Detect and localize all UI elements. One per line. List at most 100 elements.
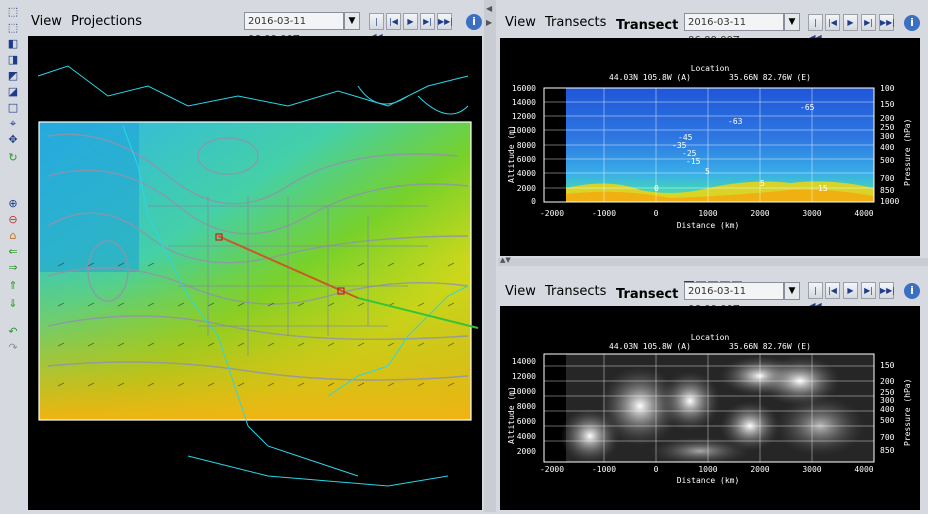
svg-text:-63: -63: [728, 117, 743, 126]
play-icon[interactable]: ▶: [843, 14, 858, 31]
step-back-icon[interactable]: |◀: [386, 13, 401, 30]
first-icon[interactable]: |◀◀: [808, 14, 823, 42]
distance-tick: -2000: [540, 209, 564, 218]
transect-title: Transect 1: [616, 287, 692, 302]
last-icon[interactable]: ▶▶|: [879, 282, 895, 299]
pan-down-icon[interactable]: ⇓: [4, 296, 22, 312]
horizontal-split-divider[interactable]: ▲▼: [498, 256, 928, 266]
time-steps[interactable]: [244, 3, 304, 18]
location-label: Location: [691, 64, 730, 73]
first-icon[interactable]: |◀◀: [369, 13, 384, 41]
menu-view[interactable]: View: [505, 15, 536, 30]
play-icon[interactable]: ▶: [843, 282, 858, 299]
zoom-out-icon[interactable]: ⊖: [4, 212, 22, 228]
pan-left-icon[interactable]: ⇐: [4, 244, 22, 260]
pressure-tick: 850: [880, 446, 895, 455]
pressure-tick: 150: [880, 100, 895, 109]
distance-tick: 2000: [750, 465, 769, 474]
alt-tick: 2000: [517, 447, 536, 456]
view-bottom-icon[interactable]: ⬚: [4, 20, 22, 36]
distance-tick: -1000: [592, 465, 616, 474]
alt-tick: 4000: [517, 169, 536, 178]
menu-projections[interactable]: Projections: [71, 14, 142, 29]
perspective-icon[interactable]: ⌖: [4, 116, 22, 132]
x-axis-label: Distance (km): [677, 476, 740, 485]
info-icon[interactable]: i: [904, 283, 920, 299]
pressure-tick: 300: [880, 396, 895, 405]
time-select[interactable]: 2016-03-11 06:00:00Z: [684, 282, 784, 315]
pressure-tick: 700: [880, 433, 895, 442]
rotate-icon[interactable]: ✥: [4, 132, 22, 148]
menu-transects[interactable]: Transects: [545, 15, 606, 30]
y2-axis-label: Pressure (hPa): [903, 379, 912, 446]
pressure-tick: 500: [880, 156, 895, 165]
alt-tick: 8000: [517, 141, 536, 150]
collapse-right-icon[interactable]: ▶: [486, 18, 492, 27]
point-b-label: 35.66N 82.76W (E): [729, 342, 811, 351]
pressure-tick: 1000: [880, 197, 899, 206]
pressure-tick: 400: [880, 405, 895, 414]
time-select[interactable]: 2016-03-11 06:00:00Z: [244, 12, 344, 45]
step-back-icon[interactable]: |◀: [825, 282, 840, 299]
collapse-left-icon[interactable]: ◀: [486, 4, 492, 13]
pressure-tick: 300: [880, 132, 895, 141]
first-icon[interactable]: |◀◀: [808, 282, 823, 310]
view-south-icon[interactable]: ◩: [4, 68, 22, 84]
chevron-down-icon[interactable]: ▼: [784, 282, 800, 300]
view-top-icon[interactable]: ⬚: [4, 4, 22, 20]
view-north-icon[interactable]: ◧: [4, 36, 22, 52]
split-pane-divider[interactable]: ◀ ▶: [484, 0, 496, 512]
pressure-tick: 500: [880, 416, 895, 425]
distance-tick: 4000: [854, 465, 873, 474]
step-forward-icon[interactable]: ▶|: [861, 282, 876, 299]
play-icon[interactable]: ▶: [403, 13, 418, 30]
time-steps[interactable]: [684, 272, 744, 287]
reset-icon[interactable]: ↻: [4, 150, 22, 166]
menu-view[interactable]: View: [31, 14, 62, 29]
distance-tick: -1000: [592, 209, 616, 218]
info-icon[interactable]: i: [904, 15, 920, 31]
view-box-icon[interactable]: □: [4, 100, 22, 116]
info-icon[interactable]: i: [466, 14, 482, 30]
home-icon[interactable]: ⌂: [4, 228, 22, 244]
pressure-tick: 400: [880, 143, 895, 152]
time-steps[interactable]: [684, 4, 744, 19]
step-forward-icon[interactable]: ▶|: [861, 14, 876, 31]
distance-tick: 4000: [854, 209, 873, 218]
transect-title: Transect 1: [616, 18, 692, 33]
svg-text:5: 5: [760, 179, 765, 188]
location-label: Location: [691, 333, 730, 342]
left-toolbar: ⬚ ⬚ ◧ ◨ ◩ ◪ □ ⌖ ✥ ↻ ⊕ ⊖ ⌂ ⇐ ⇒ ⇑ ⇓ ↶ ↷: [0, 0, 28, 512]
chevron-down-icon[interactable]: ▼: [344, 12, 360, 30]
pressure-tick: 250: [880, 123, 895, 132]
view-east-icon[interactable]: ◨: [4, 52, 22, 68]
distance-tick: -2000: [540, 465, 564, 474]
y-axis-label: Altitude (m): [507, 386, 516, 444]
transect-plot-top: Location 44.03N 105.8W (A) 35.66N 82.76W…: [507, 64, 912, 230]
view-west-icon[interactable]: ◪: [4, 84, 22, 100]
menu-transects[interactable]: Transects: [545, 284, 606, 299]
step-back-icon[interactable]: |◀: [825, 14, 840, 31]
pan-up-icon[interactable]: ⇑: [4, 278, 22, 294]
svg-text:-15: -15: [686, 157, 701, 166]
last-icon[interactable]: ▶▶|: [879, 14, 895, 31]
time-select[interactable]: 2016-03-11 06:00:00Z: [684, 13, 784, 46]
last-icon[interactable]: ▶▶|: [437, 13, 453, 30]
collapse-up-icon[interactable]: ▲▼: [500, 256, 511, 264]
pan-right-icon[interactable]: ⇒: [4, 260, 22, 276]
alt-tick: 0: [531, 197, 536, 206]
redo-icon[interactable]: ↷: [4, 340, 22, 356]
pressure-tick: 150: [880, 361, 895, 370]
map-display[interactable]: [28, 36, 482, 510]
transect-display-top[interactable]: Location 44.03N 105.8W (A) 35.66N 82.76W…: [500, 38, 920, 256]
chevron-down-icon[interactable]: ▼: [784, 13, 800, 31]
menu-view[interactable]: View: [505, 284, 536, 299]
step-forward-icon[interactable]: ▶|: [420, 13, 435, 30]
pressure-tick: 200: [880, 114, 895, 123]
undo-icon[interactable]: ↶: [4, 324, 22, 340]
zoom-in-icon[interactable]: ⊕: [4, 196, 22, 212]
point-b-label: 35.66N 82.76W (E): [729, 73, 811, 82]
distance-tick: 1000: [698, 209, 717, 218]
alt-tick: 16000: [512, 84, 536, 93]
transect-display-bottom[interactable]: Location 44.03N 105.8W (A) 35.66N 82.76W…: [500, 306, 920, 510]
